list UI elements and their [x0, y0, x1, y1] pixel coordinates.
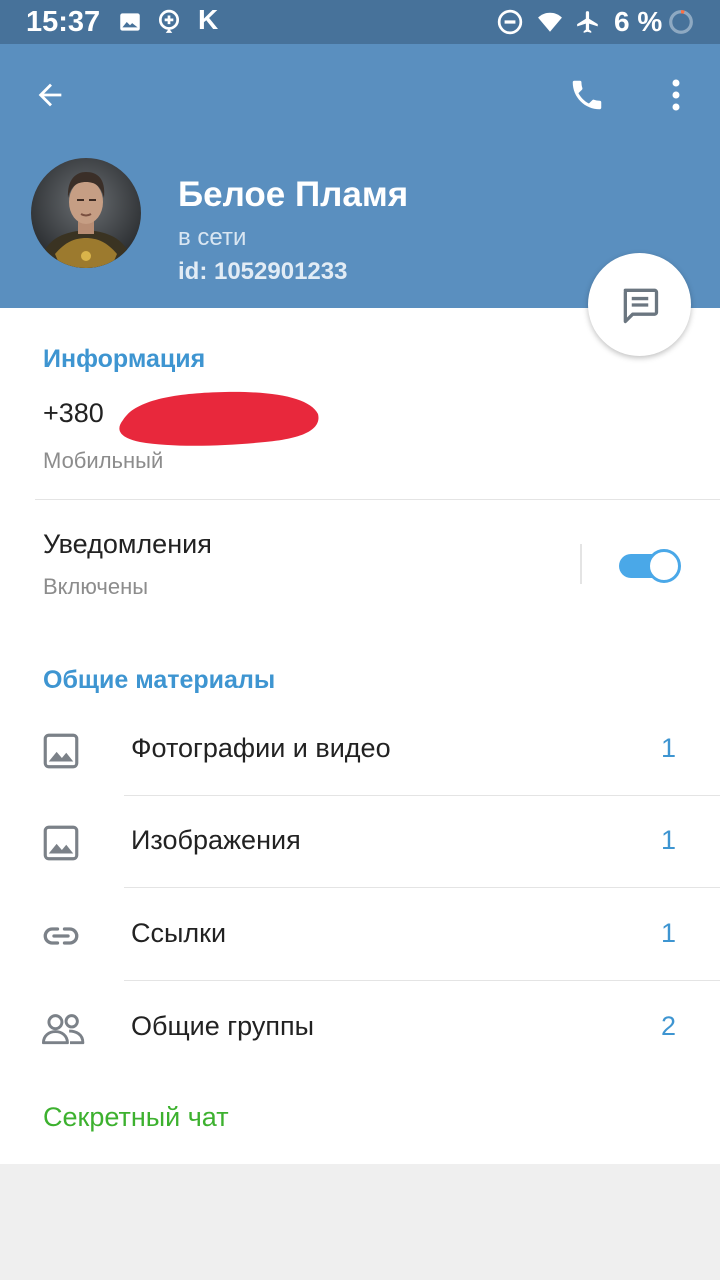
phone-number: +380 — [43, 398, 104, 428]
image-icon — [43, 825, 79, 861]
user-id: id: 1052901233 — [178, 258, 348, 285]
avatar[interactable] — [31, 158, 141, 268]
media-row-links[interactable]: Ссылки 1 — [0, 887, 720, 979]
more-vert-icon — [672, 79, 680, 111]
vertical-divider — [580, 544, 582, 584]
phone-row[interactable]: +380 Мобильный — [0, 388, 720, 498]
secret-chat-link[interactable]: Секретный чат — [43, 1102, 229, 1133]
media-label: Фотографии и видео — [131, 733, 391, 763]
redaction-scribble — [119, 391, 319, 446]
media-section-title: Общие материалы — [43, 666, 276, 694]
notifications-toggle[interactable] — [619, 549, 681, 583]
divider — [35, 499, 720, 500]
wifi-icon — [538, 12, 562, 32]
media-row-photos-videos[interactable]: Фотографии и видео 1 — [0, 702, 720, 794]
airplane-icon — [577, 11, 598, 33]
gallery-notification-icon — [120, 13, 140, 31]
battery-percent: 6 % — [614, 6, 663, 37]
notifications-state: Включены — [43, 574, 149, 599]
more-options-button[interactable] — [646, 65, 706, 125]
media-row-groups[interactable]: Общие группы 2 — [0, 980, 720, 1072]
link-icon — [43, 927, 79, 945]
battery-ring-icon — [669, 10, 693, 34]
media-count: 1 — [660, 825, 676, 855]
profile-content: Информация +380 Мобильный Уведомления Вк… — [0, 308, 720, 1164]
media-count: 1 — [660, 918, 676, 948]
notifications-title[interactable]: Уведомления — [43, 529, 212, 560]
location-pin-icon — [158, 9, 180, 33]
avatar-portrait-icon — [31, 158, 141, 268]
online-status: в сети — [178, 224, 247, 251]
status-time: 15:37 — [26, 6, 101, 38]
toggle-knob — [647, 549, 681, 583]
media-count: 1 — [660, 733, 676, 763]
back-button[interactable] — [20, 65, 80, 125]
phone-icon — [572, 80, 602, 110]
do-not-disturb-icon — [497, 9, 523, 35]
media-row-images[interactable]: Изображения 1 — [0, 794, 720, 886]
photo-icon — [43, 733, 79, 769]
status-bar: 15:37 K 6 % — [0, 0, 720, 44]
profile-name: Белое Пламя — [178, 175, 409, 214]
k-app-icon: K — [198, 4, 219, 35]
info-section-title: Информация — [43, 345, 206, 373]
back-arrow-icon — [38, 83, 62, 107]
media-count: 2 — [660, 1011, 676, 1041]
media-label: Ссылки — [131, 918, 227, 948]
media-label: Общие группы — [131, 1011, 314, 1041]
send-message-button[interactable] — [588, 253, 691, 356]
message-icon — [623, 288, 658, 323]
media-label: Изображения — [131, 825, 301, 855]
call-button[interactable] — [557, 65, 617, 125]
groups-icon — [41, 1014, 85, 1045]
phone-type: Мобильный — [43, 448, 164, 473]
